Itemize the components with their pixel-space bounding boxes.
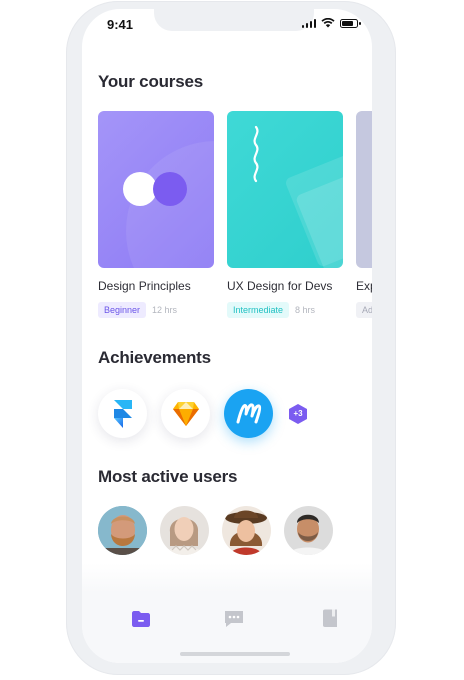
status-icons: [301, 18, 361, 28]
course-title: Explor: [356, 279, 372, 293]
courses-heading: Your courses: [98, 72, 203, 91]
course-meta: Intermediate 8 hrs: [227, 302, 315, 318]
achievement-sketch[interactable]: [161, 389, 210, 438]
folder-icon: [132, 611, 150, 627]
course-card-ux-design-for-devs[interactable]: UX Design for Devs Intermediate 8 hrs: [227, 111, 343, 318]
battery-icon: [340, 18, 361, 28]
more-achievements-badge[interactable]: +3: [287, 403, 309, 425]
course-meta: Advan: [356, 302, 372, 318]
courses-carousel[interactable]: Design Principles Beginner 12 hrs UX Des…: [98, 111, 372, 331]
level-badge: Intermediate: [227, 302, 290, 318]
tab-courses[interactable]: [130, 608, 152, 630]
course-thumbnail: [227, 111, 343, 268]
achievements-list: +3: [98, 389, 309, 438]
course-duration: 12 hrs: [152, 305, 178, 315]
course-card-explore[interactable]: Explor Advan: [356, 111, 372, 318]
phone-screen: 9:41 Your courses Design Principles Begi…: [82, 9, 372, 663]
avatar[interactable]: [160, 506, 209, 555]
avatar[interactable]: [284, 506, 333, 555]
tab-messages[interactable]: [223, 608, 245, 630]
avatar[interactable]: [222, 506, 271, 555]
book-icon: [323, 609, 337, 627]
course-card-design-principles[interactable]: Design Principles Beginner 12 hrs: [98, 111, 214, 318]
course-duration: 8 hrs: [295, 305, 316, 315]
marvel-icon: [236, 402, 261, 423]
notch: [154, 9, 314, 31]
course-title: UX Design for Devs: [227, 279, 333, 293]
avatar[interactable]: [98, 506, 147, 555]
achievement-marvel[interactable]: [224, 389, 273, 438]
tab-bar: [82, 593, 372, 663]
users-heading: Most active users: [98, 467, 238, 486]
stage: 9:41 Your courses Design Principles Begi…: [0, 0, 464, 680]
course-meta: Beginner 12 hrs: [98, 302, 177, 318]
wifi-icon: [321, 18, 335, 28]
home-indicator: [180, 652, 290, 656]
signal-icon: [301, 18, 316, 28]
active-users-list: [98, 506, 333, 555]
course-thumbnail: [356, 111, 372, 268]
content-fade: [82, 563, 372, 593]
phone-frame: 9:41 Your courses Design Principles Begi…: [66, 1, 396, 675]
framer-icon: [113, 399, 132, 428]
course-thumbnail: [98, 111, 214, 268]
chat-icon: [225, 611, 243, 627]
level-badge: Beginner: [98, 302, 147, 318]
more-count: +3: [293, 409, 303, 418]
tab-bookmarks[interactable]: [319, 608, 341, 630]
level-badge: Advan: [356, 302, 372, 318]
achievements-heading: Achievements: [98, 348, 211, 367]
status-time: 9:41: [107, 17, 134, 32]
course-title: Design Principles: [98, 279, 191, 293]
achievement-framer[interactable]: [98, 389, 147, 438]
sketch-icon: [172, 401, 199, 426]
